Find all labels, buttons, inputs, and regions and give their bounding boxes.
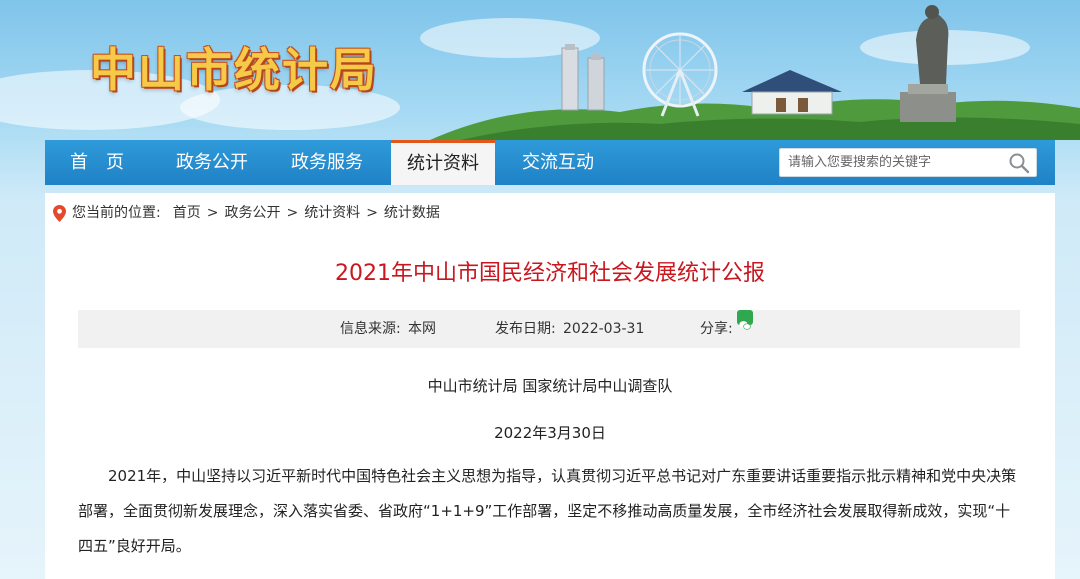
breadcrumb-home[interactable]: 首页 (173, 201, 201, 225)
article-paragraph: 2021年，中山坚持以习近平新时代中国特色社会主义思想为指导，认真贯彻习近平总书… (78, 467, 1017, 555)
main-navigation: 首 页 政务公开 政务服务 统计资料 交流互动 (45, 140, 1055, 185)
location-pin-icon (53, 204, 66, 222)
article-title: 2021年中山市国民经济和社会发展统计公报 (335, 261, 765, 286)
breadcrumb-prefix: 您当前的位置: (72, 205, 161, 221)
search-box (779, 148, 1037, 177)
article-meta-bar: 信息来源: 本网 发布日期: 2022-03-31 分享: (78, 310, 1020, 348)
statue-illustration (900, 5, 956, 122)
breadcrumb-separator: > (366, 205, 378, 221)
site-title: 中山市统计局 (90, 43, 378, 97)
nav-item-interaction[interactable]: 交流互动 (506, 140, 610, 185)
breadcrumb: 您当前的位置: 首页 > 政务公开 > 统计资料 > 统计数据 (53, 201, 440, 225)
date-value: 2022-03-31 (563, 321, 645, 337)
breadcrumb-separator: > (286, 205, 299, 221)
header-banner: 中山市统计局 (0, 0, 1080, 140)
source-label: 信息来源: (340, 321, 401, 337)
search-input[interactable] (780, 149, 1002, 176)
breadcrumb-separator: > (206, 205, 219, 221)
search-icon[interactable] (1008, 152, 1030, 174)
nav-item-home[interactable]: 首 页 (47, 140, 147, 185)
nav-item-government-services[interactable]: 政务服务 (275, 140, 379, 185)
content-panel: 您当前的位置: 首页 > 政务公开 > 统计资料 > 统计数据 2021年中山市… (45, 193, 1055, 579)
article-issue-date: 2022年3月30日 (494, 424, 606, 442)
date-label: 发布日期: (495, 321, 556, 337)
share-label: 分享: (700, 321, 733, 337)
breadcrumb-government-affairs[interactable]: 政务公开 (224, 201, 280, 225)
wechat-icon[interactable] (737, 310, 753, 330)
source-value: 本网 (408, 321, 436, 337)
article-issuer: 中山市统计局 国家统计局中山调查队 (427, 377, 673, 395)
breadcrumb-statistics[interactable]: 统计资料 (304, 201, 360, 225)
nav-item-government-affairs[interactable]: 政务公开 (160, 140, 264, 185)
breadcrumb-statistics-data[interactable]: 统计数据 (384, 201, 440, 225)
nav-item-statistics[interactable]: 统计资料 (391, 140, 495, 185)
